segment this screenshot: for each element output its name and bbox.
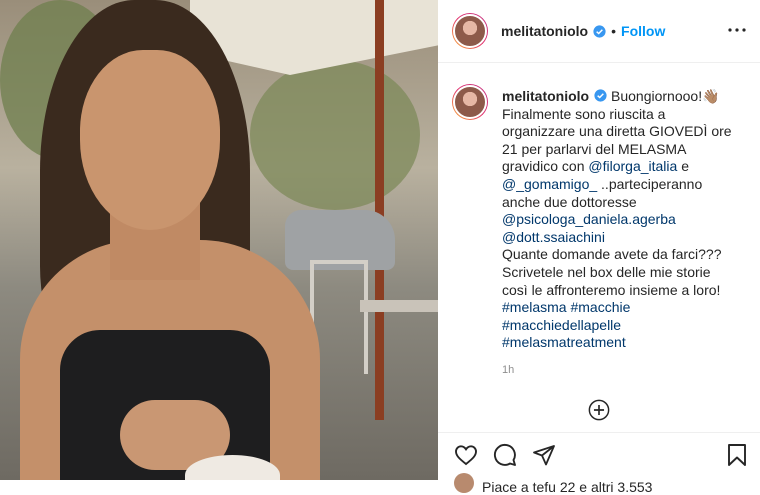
mention-link[interactable]: @filorga_italia <box>588 158 677 174</box>
post-timestamp[interactable]: 1h <box>502 364 514 376</box>
add-comment-circle-icon[interactable] <box>588 399 610 421</box>
mention-link[interactable]: @dott.ssaiachini <box>502 229 605 245</box>
caption-text: ..parteciperanno <box>597 175 703 192</box>
background-tree <box>250 60 420 210</box>
comments-area: melitatoniolo Buongiornooo!👋🏽 Finalmente… <box>438 62 760 432</box>
comment-icon[interactable] <box>493 443 517 467</box>
bookmark-icon[interactable] <box>725 443 749 467</box>
mention-link[interactable]: @_gomamigo_ <box>502 176 597 192</box>
caption-text: Finalmente sono riuscita a <box>502 105 666 122</box>
caption-text: così le affronteremo insieme a loro! <box>502 281 721 298</box>
header-username[interactable]: melitatoniolo <box>501 23 588 39</box>
caption-text: 21 per parlarvi del MELASMA <box>502 140 687 157</box>
profile-avatar[interactable] <box>452 13 488 49</box>
post-photo[interactable] <box>0 0 438 480</box>
verified-badge-icon <box>594 89 607 102</box>
caption-text: anche due dottoresse <box>502 193 637 210</box>
post-caption: melitatoniolo Buongiornooo!👋🏽 Finalmente… <box>502 88 748 352</box>
caption-text: Quante domande avete da farci??? <box>502 246 722 263</box>
verified-badge-icon <box>593 24 606 38</box>
paper-plane-icon[interactable] <box>532 443 556 467</box>
post-header: melitatoniolo • Follow <box>438 0 760 63</box>
avatar-image <box>453 14 487 48</box>
caption-text: Scrivetele nel box delle mie storie <box>502 263 711 280</box>
hashtag-link[interactable]: #melasmatreatment <box>502 334 626 350</box>
umbrella-pole <box>375 0 384 420</box>
caption-text: Buongiornooo!👋🏽 <box>607 88 720 104</box>
post-actions-bar: Piace a tefu 22 e altri 3.553 <box>438 432 760 495</box>
caption-text: e <box>677 158 689 175</box>
follow-button[interactable]: Follow <box>621 23 665 39</box>
likes-avatar[interactable] <box>454 473 474 493</box>
caption-text: gravidico con <box>502 158 589 175</box>
avatar-image <box>453 85 487 119</box>
more-options-icon[interactable] <box>728 23 746 37</box>
hashtag-link[interactable]: #melasma <box>502 299 567 315</box>
hashtag-link[interactable]: #macchiedellapelle <box>502 317 621 333</box>
caption-avatar[interactable] <box>452 84 488 120</box>
cafe-table <box>360 300 438 312</box>
woman-face <box>80 50 220 230</box>
likes-count[interactable]: Piace a tefu 22 e altri 3.553 <box>482 479 652 495</box>
heart-icon[interactable] <box>454 443 478 467</box>
mention-link[interactable]: @psicologa_daniela.agerba <box>502 211 676 227</box>
caption-username[interactable]: melitatoniolo <box>502 88 589 104</box>
separator-dot: • <box>611 23 617 39</box>
caption-text: organizzare una diretta GIOVEDÌ ore <box>502 123 732 140</box>
hashtag-link[interactable]: #macchie <box>570 299 630 315</box>
